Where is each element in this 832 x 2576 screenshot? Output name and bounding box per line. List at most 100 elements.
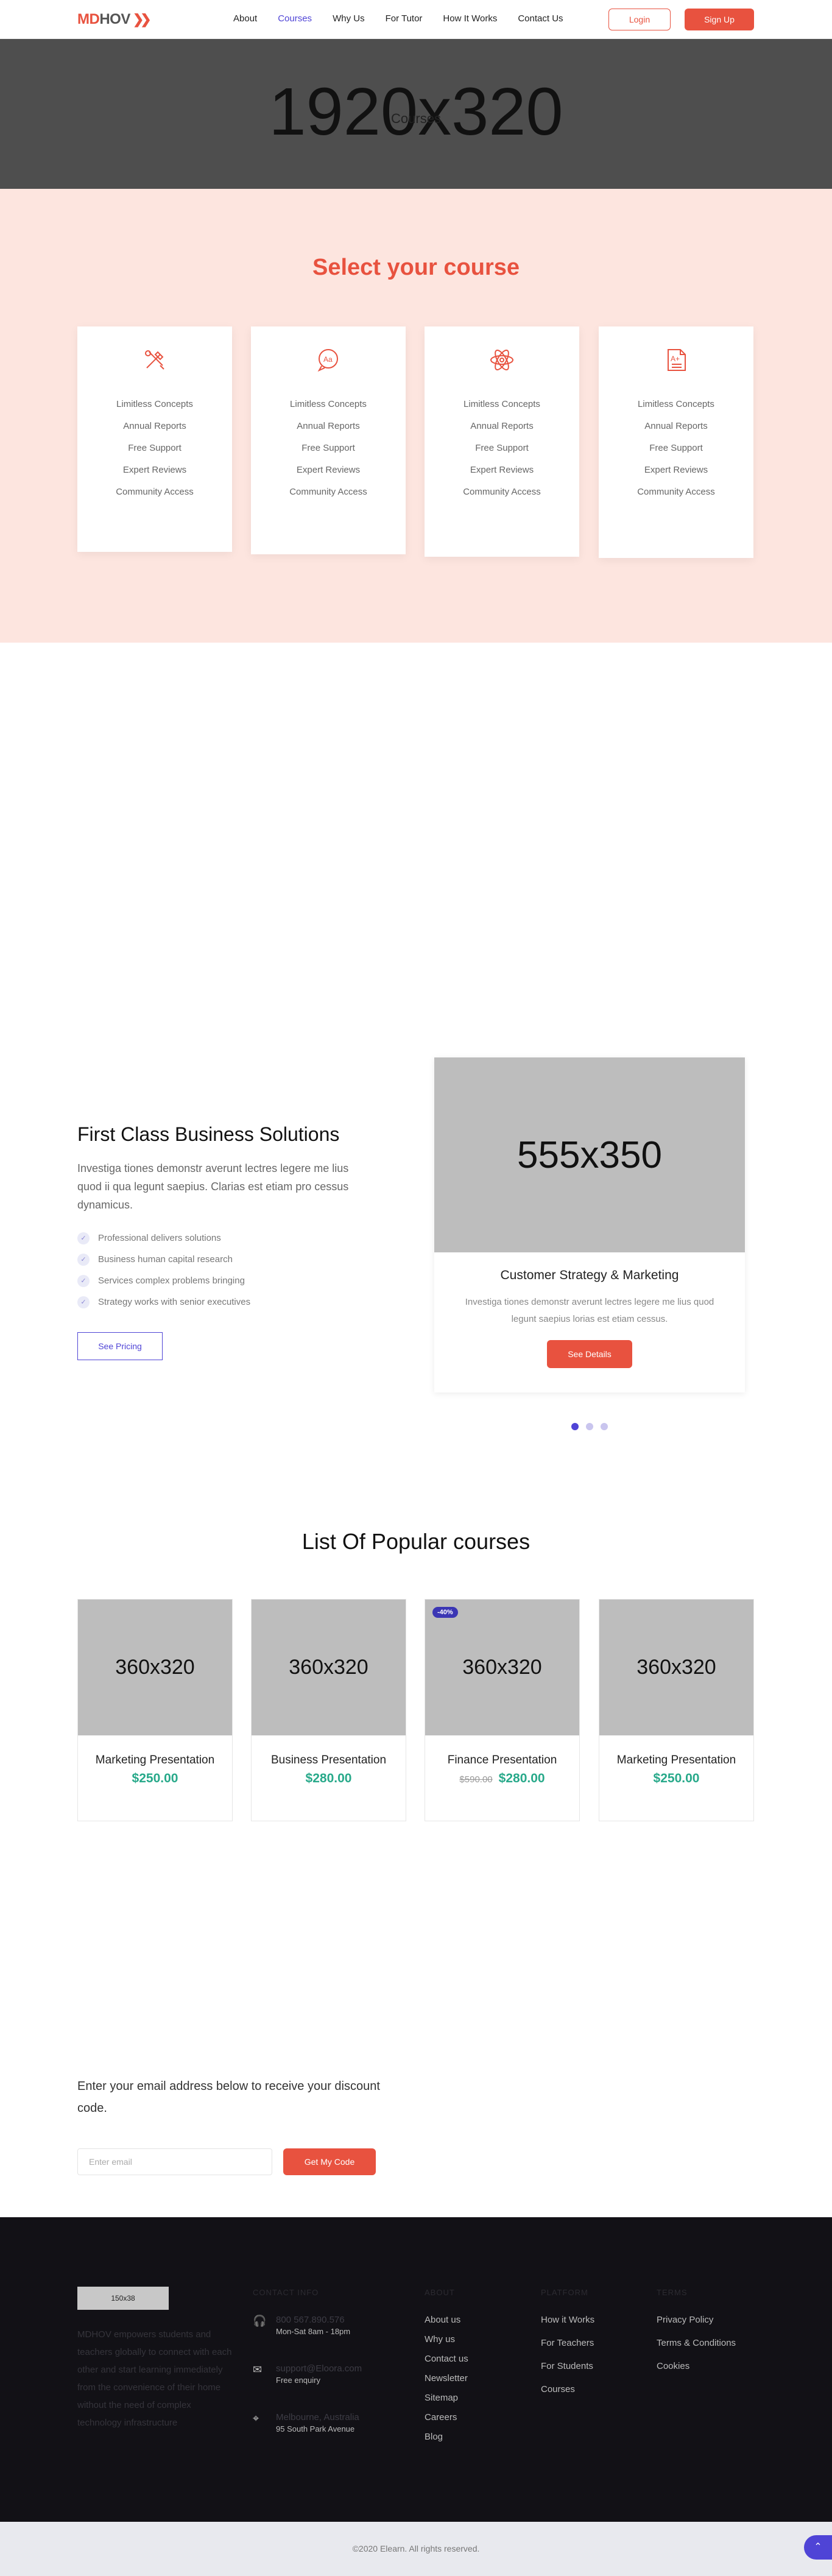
course-feature: Annual Reports	[297, 421, 360, 431]
footer-link[interactable]: Blog	[425, 2432, 468, 2451]
course-name: Marketing Presentation	[616, 1754, 736, 1766]
course-image-placeholder: 360x320	[78, 1600, 232, 1735]
course-feature: Free Support	[475, 443, 529, 453]
see-details-button[interactable]: See Details	[547, 1340, 632, 1368]
list-item-label: Business human capital research	[98, 1254, 233, 1265]
back-to-top-button[interactable]: ⌃	[804, 2535, 832, 2560]
course-feature: Free Support	[128, 443, 182, 453]
email-input[interactable]: Enter email	[77, 2148, 272, 2175]
footer-link[interactable]: Cookies	[657, 2361, 736, 2384]
footer-link[interactable]: Terms & Conditions	[657, 2338, 736, 2361]
footer-about-links: About us Why us Contact us Newsletter Si…	[425, 2315, 468, 2451]
list-item: ✓ Business human capital research	[77, 1249, 250, 1270]
contact-primary[interactable]: support@Eloora.com	[276, 2363, 362, 2374]
footer-contact-item: 🎧 800 567.890.576 Mon-Sat 8am - 18pm	[253, 2315, 350, 2336]
course-image-placeholder: -40% 360x320	[425, 1600, 579, 1735]
course-name: Finance Presentation	[447, 1754, 557, 1766]
contact-secondary: 95 South Park Avenue	[276, 2424, 355, 2433]
nav-about[interactable]: About	[233, 13, 257, 24]
footer-link[interactable]: Careers	[425, 2412, 468, 2432]
image-size-label: 360x320	[115, 1656, 195, 1679]
hero-title: Courses	[391, 111, 441, 126]
course-card[interactable]: A+ Limitless Concepts Annual Reports Fre…	[599, 326, 753, 558]
see-pricing-button[interactable]: See Pricing	[77, 1332, 163, 1360]
mail-icon: ✉	[253, 2363, 263, 2376]
course-feature: Free Support	[649, 443, 703, 453]
signup-button[interactable]: Sign Up	[685, 9, 754, 30]
course-feature-list: Limitless Concepts Annual Reports Free S…	[251, 399, 406, 497]
course-card[interactable]: Limitless Concepts Annual Reports Free S…	[425, 326, 579, 557]
course-card[interactable]: 360x320 Marketing Presentation $250.00	[77, 1599, 233, 1821]
nav-why-us[interactable]: Why Us	[333, 13, 365, 24]
footer-link[interactable]: Newsletter	[425, 2373, 468, 2393]
footer-contact-item: ⌖ Melbourne, Australia 95 South Park Aven…	[253, 2412, 359, 2433]
carousel-dot[interactable]	[586, 1423, 593, 1430]
course-card[interactable]: Limitless Concepts Annual Reports Free S…	[77, 326, 232, 552]
footer-link[interactable]: Sitemap	[425, 2393, 468, 2412]
course-price: $250.00	[132, 1771, 178, 1785]
course-feature: Free Support	[301, 443, 355, 453]
logo-hov: HOV	[99, 11, 130, 27]
check-icon: ✓	[77, 1232, 90, 1244]
tools-icon	[145, 350, 164, 370]
course-price: $280.00	[498, 1771, 545, 1785]
course-card[interactable]: Aa Limitless Concepts Annual Reports Fre…	[251, 326, 406, 554]
course-price: $280.00	[305, 1771, 352, 1785]
carousel-dot-active[interactable]	[571, 1423, 579, 1430]
footer-link[interactable]: For Students	[541, 2361, 594, 2384]
nav-for-tutor[interactable]: For Tutor	[386, 13, 423, 24]
footer-logo-placeholder[interactable]: 150x38	[77, 2287, 169, 2310]
footer-link[interactable]: Privacy Policy	[657, 2315, 736, 2338]
carousel-dots	[571, 1423, 608, 1430]
select-course-section: Select your course Limitless Concepts An…	[0, 189, 832, 643]
check-icon: ✓	[77, 1274, 90, 1287]
carousel-dot[interactable]	[601, 1423, 608, 1430]
contact-primary[interactable]: 800 567.890.576	[276, 2315, 350, 2325]
location-pin-icon: ⌖	[253, 2412, 259, 2424]
course-card[interactable]: 360x320 Business Presentation $280.00	[251, 1599, 406, 1821]
course-feature: Community Access	[637, 487, 715, 497]
login-button[interactable]: Login	[608, 9, 671, 30]
svg-text:Aa: Aa	[323, 355, 333, 364]
contact-secondary: Free enquiry	[276, 2376, 320, 2385]
list-item: ✓ Strategy works with senior executives	[77, 1291, 250, 1313]
nav-courses[interactable]: Courses	[278, 13, 312, 24]
nav-how-it-works[interactable]: How It Works	[443, 13, 497, 24]
list-item: ✓ Services complex problems bringing	[77, 1270, 250, 1291]
course-feature-list: Limitless Concepts Annual Reports Free S…	[425, 399, 579, 497]
headphones-icon: 🎧	[253, 2315, 267, 2327]
course-card[interactable]: 360x320 Marketing Presentation $250.00	[599, 1599, 754, 1821]
main-nav: About Courses Why Us For Tutor How It Wo…	[233, 13, 584, 24]
footer-link[interactable]: About us	[425, 2315, 468, 2334]
logo-chevron-icon: ❯❯	[132, 12, 152, 27]
course-feature: Community Access	[463, 487, 541, 497]
course-feature-list: Limitless Concepts Annual Reports Free S…	[599, 399, 753, 497]
course-image-placeholder: 360x320	[252, 1600, 406, 1735]
footer-contact-heading: CONTACT INFO	[253, 2288, 319, 2297]
footer-link[interactable]: For Teachers	[541, 2338, 594, 2361]
footer-link[interactable]: Contact us	[425, 2354, 468, 2373]
footer-platform-heading: PLATFORM	[541, 2288, 588, 2297]
course-feature: Expert Reviews	[644, 465, 708, 475]
copyright-bar: ©2020 Elearn. All rights reserved.	[0, 2522, 832, 2576]
footer-terms-heading: TERMS	[657, 2288, 688, 2297]
check-icon: ✓	[77, 1253, 90, 1266]
select-course-title: Select your course	[312, 255, 520, 280]
course-feature: Expert Reviews	[122, 465, 187, 475]
get-code-button[interactable]: Get My Code	[283, 2148, 376, 2175]
course-name: Business Presentation	[270, 1754, 387, 1766]
course-card[interactable]: -40% 360x320 Finance Presentation $590.0…	[425, 1599, 580, 1821]
logo[interactable]: MDHOV ❯❯	[77, 11, 152, 28]
footer-link[interactable]: Why us	[425, 2334, 468, 2354]
course-old-price: $590.00	[459, 1774, 493, 1785]
slide-title: Customer Strategy & Marketing	[500, 1268, 679, 1282]
contact-primary: Melbourne, Australia	[276, 2412, 359, 2422]
nav-contact-us[interactable]: Contact Us	[518, 13, 563, 24]
footer-link[interactable]: How it Works	[541, 2315, 594, 2338]
footer-link[interactable]: Courses	[541, 2384, 594, 2407]
language-chat-icon: Aa	[317, 349, 338, 372]
discount-text: Enter your email address below to receiv…	[77, 2080, 380, 2115]
slide-image-placeholder: 555x350	[434, 1057, 745, 1252]
course-feature: Expert Reviews	[470, 465, 534, 475]
course-price-group: $590.00 $280.00	[425, 1771, 579, 1786]
